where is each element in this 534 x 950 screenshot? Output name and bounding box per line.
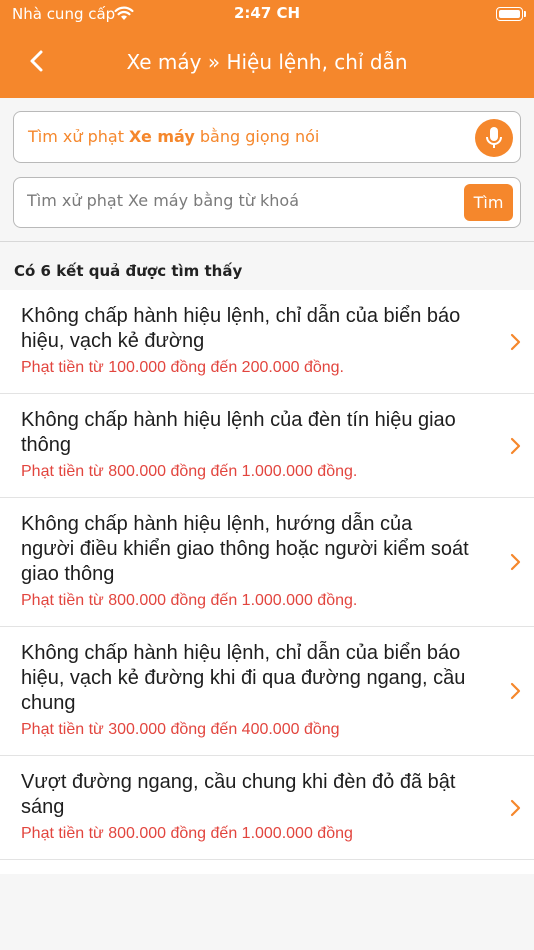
chevron-right-icon [510, 437, 521, 454]
voice-prefix: Tìm xử phạt [28, 127, 130, 146]
keyword-search-field: Tìm [13, 177, 521, 228]
battery-tip [524, 11, 526, 17]
item-fine: Phạt tiền từ 300.000 đồng đến 400.000 đồ… [21, 721, 340, 738]
item-title: Không chấp hành hiệu lệnh, chỉ dẫn của b… [21, 305, 461, 352]
list-item[interactable]: Không chấp hành hiệu lệnh, hướng dẫn của… [0, 498, 534, 627]
item-title: Không chấp hành hiệu lệnh, chỉ dẫn của b… [21, 642, 466, 714]
chevron-right-icon [510, 333, 521, 350]
item-fine: Phạt tiền từ 800.000 đồng đến 1.000.000 … [21, 463, 358, 480]
status-bar: Nhà cung cấp 2:47 CH [0, 0, 534, 30]
microphone-button[interactable] [475, 119, 513, 157]
microphone-icon [486, 127, 502, 148]
item-fine: Phạt tiền từ 800.000 đồng đến 1.000.000 … [21, 825, 353, 842]
chevron-right-icon [510, 553, 521, 571]
battery-icon [496, 7, 523, 21]
result-count: Có 6 kết quả được tìm thấy [14, 262, 243, 280]
list-item[interactable]: Không chấp hành hiệu lệnh, chỉ dẫn của b… [0, 627, 534, 756]
voice-suffix: bằng giọng nói [194, 127, 320, 146]
list-item[interactable]: Vượt đường ngang, cầu chung khi đèn đỏ đ… [0, 756, 534, 860]
clock: 2:47 CH [233, 4, 301, 22]
result-list: Không chấp hành hiệu lệnh, chỉ dẫn của b… [0, 290, 534, 874]
keyword-search-input[interactable] [27, 191, 457, 210]
chevron-right-icon [510, 799, 521, 816]
chevron-right-icon [510, 682, 521, 700]
list-bottom-area [0, 874, 534, 950]
app-header: Nhà cung cấp 2:47 CH Xe máy » Hiệu lệnh,… [0, 0, 534, 98]
voice-search-field[interactable]: Tìm xử phạt Xe máy bằng giọng nói [13, 111, 521, 163]
item-title: Vượt đường ngang, cầu chung khi đèn đỏ đ… [21, 771, 456, 818]
page-title: Xe máy » Hiệu lệnh, chỉ dẫn [126, 50, 408, 74]
list-item[interactable]: Không chấp hành hiệu lệnh, chỉ dẫn của n… [0, 860, 534, 874]
list-item[interactable]: Không chấp hành hiệu lệnh của đèn tín hi… [0, 394, 534, 498]
item-fine: Phạt tiền từ 100.000 đồng đến 200.000 đồ… [21, 359, 344, 376]
voice-vehicle: Xe máy [129, 127, 195, 146]
list-item[interactable]: Không chấp hành hiệu lệnh, chỉ dẫn của b… [0, 290, 534, 394]
search-button[interactable]: Tìm [464, 184, 513, 221]
item-fine: Phạt tiền từ 800.000 đồng đến 1.000.000 … [21, 592, 358, 609]
item-title: Không chấp hành hiệu lệnh, hướng dẫn của… [21, 513, 469, 585]
voice-search-label: Tìm xử phạt Xe máy bằng giọng nói [28, 127, 319, 146]
item-title: Không chấp hành hiệu lệnh của đèn tín hi… [21, 409, 456, 456]
search-area: Tìm xử phạt Xe máy bằng giọng nói Tìm [0, 98, 534, 242]
